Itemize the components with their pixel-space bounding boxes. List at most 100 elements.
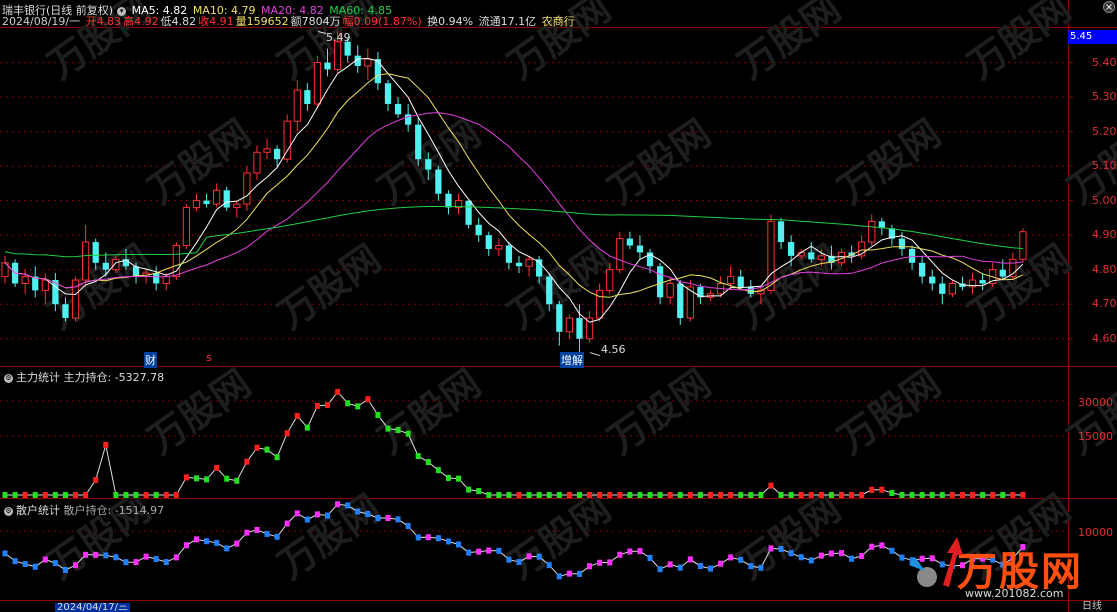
main-force-point xyxy=(83,492,89,498)
chart-area[interactable]: 万股网 万股网 万股网 万股网 万股网万股网 万股网 万股网 万股网 万股网万股网 万股网 万股网万… xyxy=(0,0,1117,612)
panel2-ylabel-1: 30000 xyxy=(1078,396,1113,409)
close-icon[interactable] xyxy=(1103,1,1115,13)
candle-body xyxy=(192,200,201,209)
retail-point xyxy=(456,541,462,548)
panel3-title[interactable]: 散户统计 xyxy=(16,504,60,517)
retail-point xyxy=(254,526,260,533)
retail-point xyxy=(869,543,875,550)
candle-body xyxy=(102,262,109,270)
price-axis-label: 5.00 xyxy=(1092,193,1117,207)
price-axis-label: 4.80 xyxy=(1092,262,1117,276)
low-value: 低4.82 xyxy=(160,15,197,28)
main-force-point xyxy=(607,492,613,498)
sector-value[interactable]: 农商行 xyxy=(542,15,575,28)
main-force-point xyxy=(405,430,411,437)
main-force-point xyxy=(234,477,240,484)
main-force-point xyxy=(254,444,260,451)
candle-body xyxy=(263,148,271,153)
candle-body xyxy=(525,258,533,267)
main-force-point xyxy=(284,430,290,437)
retail-point xyxy=(244,529,250,536)
retail-point xyxy=(859,553,865,560)
retail-point xyxy=(274,533,280,540)
retail-point xyxy=(52,560,58,567)
retail-point xyxy=(304,516,310,523)
retail-point xyxy=(617,551,623,558)
retail-point xyxy=(93,551,99,558)
main-force-point xyxy=(768,482,774,489)
main-force-point xyxy=(516,492,522,498)
retail-point xyxy=(496,547,502,554)
main-force-point xyxy=(214,464,220,471)
candle-body xyxy=(556,304,563,332)
retail-point xyxy=(284,520,290,527)
candle-body xyxy=(808,252,815,260)
candle-body xyxy=(273,148,281,160)
panel2-settings-icon[interactable]: ⚙ xyxy=(4,373,13,383)
main-force-point xyxy=(133,492,139,498)
retail-point xyxy=(22,561,28,568)
main-force-point xyxy=(415,453,421,460)
main-force-point xyxy=(929,492,935,498)
candle-body xyxy=(304,90,311,104)
main-force-point xyxy=(647,492,653,498)
candle-body xyxy=(817,255,825,260)
price-axis-label: 5.10 xyxy=(1092,159,1117,173)
brand-logo: 万股网 www.201082.com xyxy=(905,535,1105,605)
main-force-point xyxy=(808,492,814,498)
main-force-point xyxy=(828,492,834,498)
open-value: 开4.83 xyxy=(85,15,122,28)
main-force-point xyxy=(365,396,371,403)
main-force-point xyxy=(173,492,179,498)
retail-point xyxy=(597,559,603,566)
retail-point xyxy=(788,550,794,557)
main-force-point xyxy=(425,459,431,466)
candle-body xyxy=(112,258,120,271)
retail-point xyxy=(12,558,18,565)
main-force-point xyxy=(304,424,310,431)
retail-point xyxy=(818,552,824,559)
main-force-point xyxy=(314,402,320,409)
retail-point xyxy=(183,542,189,549)
retail-point xyxy=(405,523,411,530)
candle-body xyxy=(747,286,754,294)
main-force-point xyxy=(123,492,129,498)
share-unlock-mark[interactable]: 增解 xyxy=(560,352,584,368)
candle-body xyxy=(777,221,785,243)
retail-point xyxy=(335,501,341,508)
candle-body xyxy=(465,200,472,225)
candle-body xyxy=(182,207,191,247)
main-force-point xyxy=(385,425,391,432)
main-force-point xyxy=(949,492,955,498)
candle-body xyxy=(737,276,744,287)
s-mark[interactable]: s xyxy=(206,351,212,364)
retail-point xyxy=(294,510,300,517)
candle-body xyxy=(606,269,614,291)
candle-body xyxy=(233,203,241,209)
retail-point xyxy=(62,566,68,573)
retail-point xyxy=(778,545,784,552)
main-force-point xyxy=(536,492,542,498)
main-force-point xyxy=(12,492,18,498)
retail-point xyxy=(143,553,149,560)
candle-body xyxy=(394,103,402,115)
candle-body xyxy=(21,276,29,284)
panel2-title[interactable]: 主力统计 xyxy=(16,371,60,384)
high-marker-label: 5.49 xyxy=(326,31,351,44)
main-force-point xyxy=(939,492,945,498)
candle-body xyxy=(324,62,331,70)
main-force-point xyxy=(869,486,875,493)
candle-body xyxy=(939,283,946,294)
candle-body xyxy=(213,189,221,205)
retail-point xyxy=(879,542,885,549)
main-force-point xyxy=(345,400,351,407)
main-force-point xyxy=(919,492,925,498)
main-force-point xyxy=(103,442,109,448)
main-force-point xyxy=(42,492,48,498)
financial-report-mark[interactable]: 财 xyxy=(144,352,157,368)
retail-point xyxy=(476,548,482,555)
panel3-settings-icon[interactable]: ⚙ xyxy=(4,506,13,516)
retail-point xyxy=(435,535,441,542)
main-force-point xyxy=(62,492,68,498)
retail-point xyxy=(627,548,633,555)
